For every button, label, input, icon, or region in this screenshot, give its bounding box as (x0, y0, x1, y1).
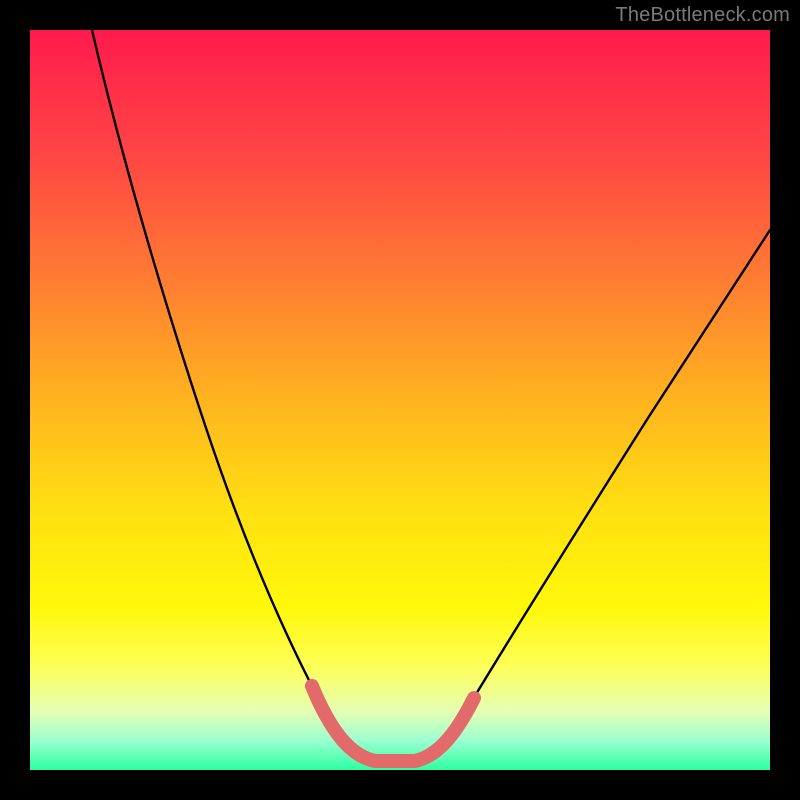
bottleneck-curve (92, 30, 770, 760)
bottom-accent (312, 686, 474, 761)
curve-svg (30, 30, 770, 770)
chart-frame: TheBottleneck.com (0, 0, 800, 800)
plot-area (30, 30, 770, 770)
watermark-text: TheBottleneck.com (615, 4, 790, 27)
